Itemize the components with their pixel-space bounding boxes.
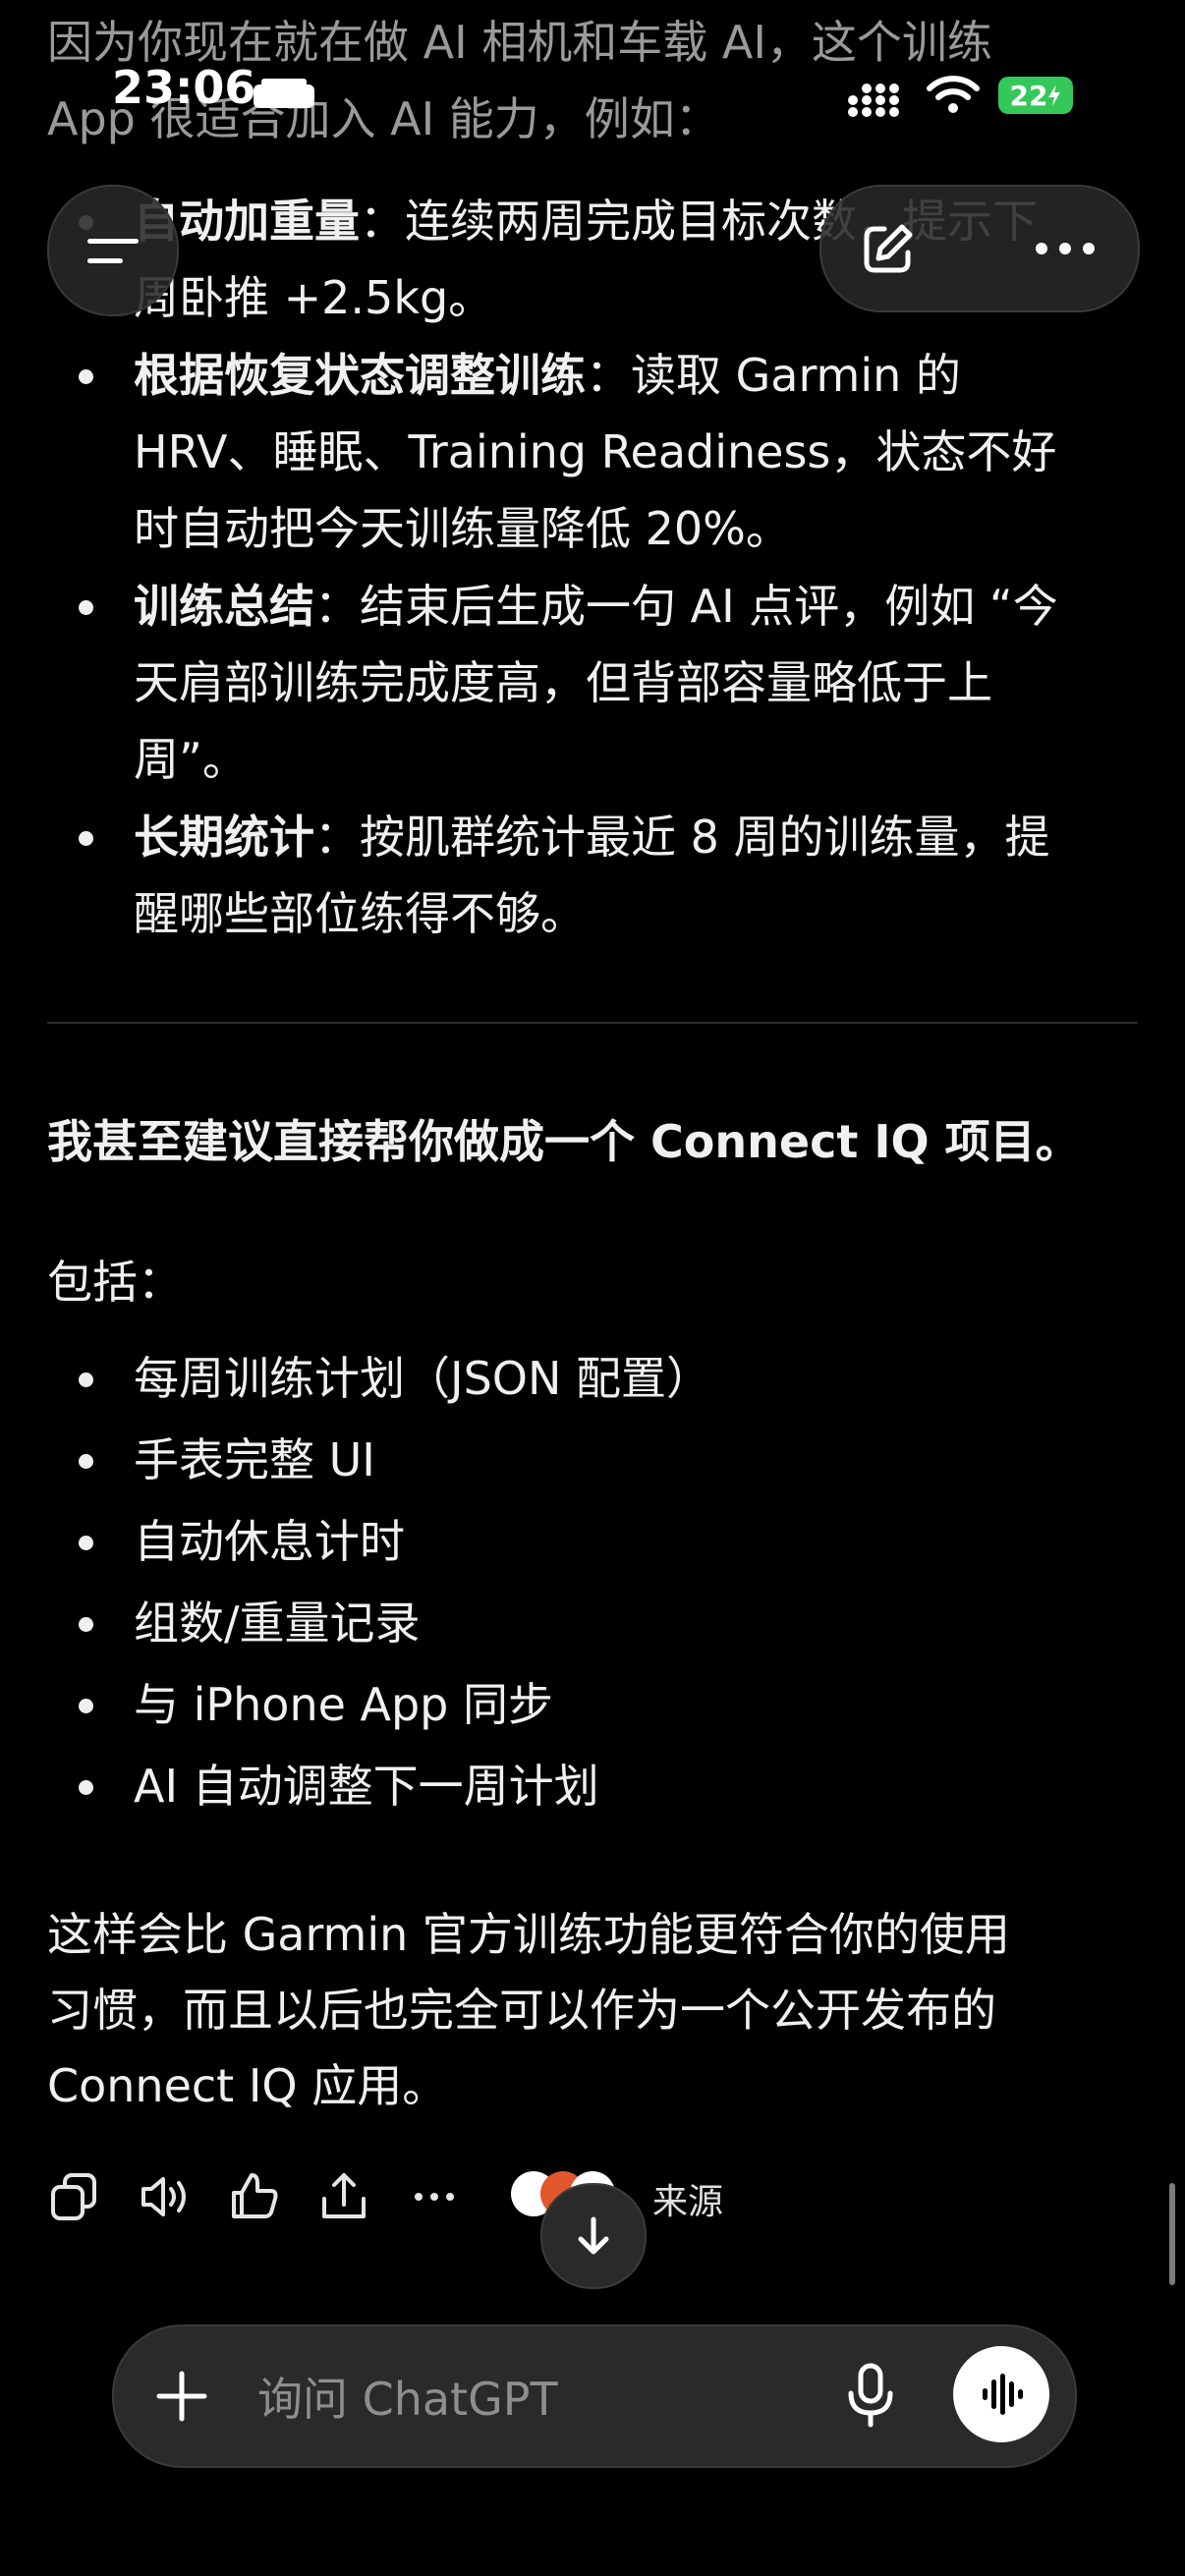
wifi-icon bbox=[927, 76, 980, 113]
battery-level: 22 bbox=[1009, 79, 1048, 112]
add-attachment-button[interactable] bbox=[153, 2368, 210, 2425]
scroll-indicator[interactable] bbox=[1169, 2183, 1175, 2285]
scroll-to-bottom-button[interactable] bbox=[540, 2183, 647, 2289]
feature-1-line-2: 周卧推 +2.5kg。 bbox=[134, 271, 494, 324]
sidebar-menu-button[interactable] bbox=[47, 185, 179, 316]
more-icon bbox=[1036, 243, 1095, 254]
focus-mode-icon bbox=[254, 79, 314, 108]
top-actions-pill bbox=[819, 185, 1140, 312]
bullet bbox=[79, 1699, 93, 1713]
more-icon bbox=[415, 2193, 454, 2201]
bullet bbox=[79, 1536, 93, 1550]
share-icon bbox=[322, 2173, 366, 2218]
charging-icon bbox=[1048, 84, 1061, 106]
include-item: AI 自动调整下一周计划 bbox=[134, 1760, 599, 1813]
bullet bbox=[79, 1372, 93, 1387]
feature-4-line-1: 长期统计：按肌群统计最近 8 周的训练量，提 bbox=[134, 811, 1050, 864]
bullet bbox=[79, 369, 93, 384]
feature-2-line-2: HRV、睡眠、Training Readiness，状态不好 bbox=[134, 425, 1057, 478]
closing-line-3: Connect IQ 应用。 bbox=[47, 2059, 448, 2112]
bullet bbox=[79, 600, 93, 615]
microphone-icon bbox=[848, 2363, 893, 2428]
copy-icon bbox=[51, 2173, 96, 2220]
read-aloud-button[interactable] bbox=[138, 2169, 193, 2224]
closing-line-2: 习惯，而且以后也完全可以作为一个公开发布的 bbox=[47, 1984, 996, 2037]
status-time: 23:06 bbox=[112, 61, 256, 114]
plus-icon bbox=[156, 2371, 207, 2422]
includes-label: 包括： bbox=[47, 1256, 183, 1309]
feature-3-line-1: 训练总结：结束后生成一句 AI 点评，例如 “今 bbox=[134, 580, 1058, 633]
bullet bbox=[79, 1780, 93, 1795]
divider bbox=[47, 1022, 1138, 1024]
more-actions-button[interactable] bbox=[407, 2169, 462, 2224]
voice-mode-button[interactable] bbox=[953, 2346, 1049, 2442]
closing-line-1: 这样会比 Garmin 官方训练功能更符合你的使用 bbox=[47, 1908, 1010, 1961]
feature-3-line-3: 周”。 bbox=[134, 733, 248, 786]
dictate-button[interactable] bbox=[843, 2362, 898, 2431]
arrow-down-icon bbox=[578, 2216, 609, 2255]
include-item: 组数/重量记录 bbox=[134, 1596, 421, 1650]
battery-indicator: 22 bbox=[998, 77, 1073, 114]
include-item: 自动休息计时 bbox=[134, 1515, 405, 1568]
feature-3-line-2: 天肩部训练完成度高，但背部容量略低于上 bbox=[134, 656, 992, 709]
signal-icon bbox=[848, 84, 899, 117]
share-button[interactable] bbox=[316, 2169, 371, 2224]
feature-2-line-1: 根据恢复状态调整训练：读取 Garmin 的 bbox=[134, 349, 961, 402]
feature-4-line-2: 醒哪些部位练得不够。 bbox=[134, 887, 586, 940]
include-item: 每周训练计划（JSON 配置） bbox=[134, 1352, 712, 1405]
thumbs-up-icon bbox=[232, 2173, 278, 2218]
menu-icon bbox=[87, 239, 139, 263]
feature-2-line-3: 时自动把今天训练量降低 20%。 bbox=[134, 502, 791, 555]
bullet bbox=[79, 1617, 93, 1632]
suggestion-heading: 我甚至建议直接帮你做成一个 Connect IQ 项目。 bbox=[47, 1115, 1081, 1168]
more-options-button[interactable] bbox=[1028, 226, 1102, 271]
thumbs-up-button[interactable] bbox=[226, 2169, 281, 2224]
sources-label[interactable]: 来源 bbox=[652, 2173, 723, 2224]
include-item: 手表完整 UI bbox=[134, 1433, 375, 1486]
new-chat-button[interactable] bbox=[859, 219, 918, 278]
message-input[interactable]: 询问 ChatGPT bbox=[257, 2364, 558, 2429]
speaker-icon bbox=[141, 2177, 186, 2216]
bullet bbox=[79, 1454, 93, 1469]
compose-icon bbox=[864, 224, 913, 273]
copy-button[interactable] bbox=[47, 2169, 102, 2224]
include-item: 与 iPhone App 同步 bbox=[134, 1678, 554, 1731]
bullet bbox=[79, 831, 93, 846]
voice-waveform-icon bbox=[983, 2374, 1023, 2415]
